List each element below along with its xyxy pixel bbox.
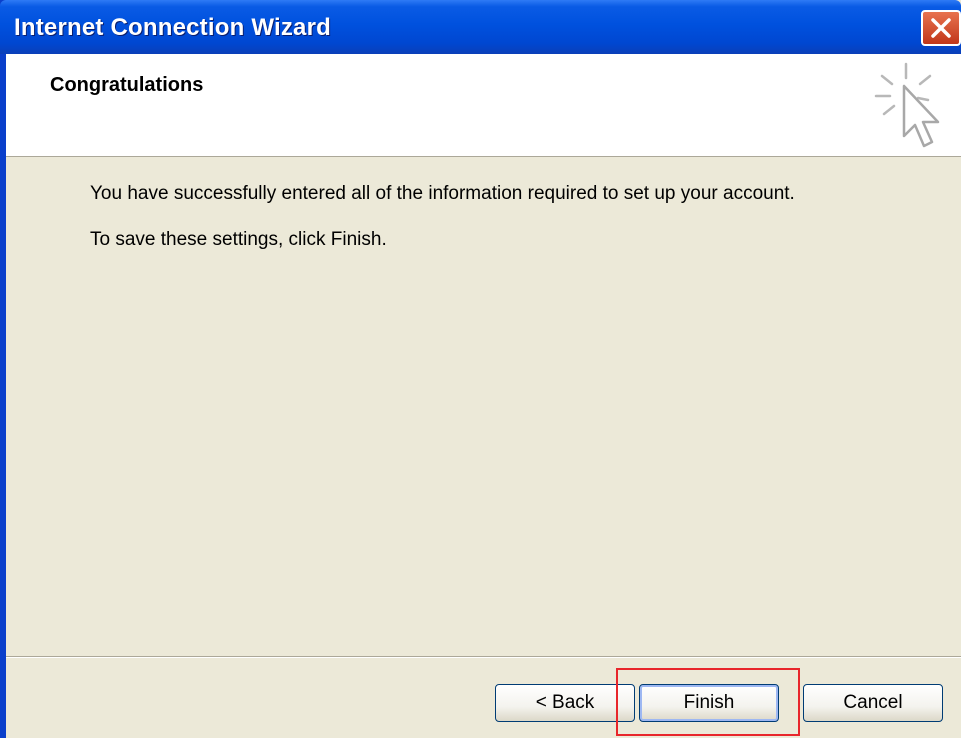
button-separator [6, 656, 961, 658]
close-icon [931, 18, 951, 38]
cancel-button[interactable]: Cancel [803, 684, 943, 722]
page-title: Congratulations [50, 74, 204, 96]
success-message: You have successfully entered all of the… [90, 183, 795, 204]
back-button[interactable]: < Back [495, 684, 635, 722]
wizard-header: Congratulations [6, 54, 961, 157]
title-bar: Internet Connection Wizard [0, 0, 961, 54]
instruction-message: To save these settings, click Finish. [90, 229, 387, 250]
close-button[interactable] [921, 10, 961, 46]
wizard-cursor-icon [874, 62, 940, 148]
wizard-window: Internet Connection Wizard Congratulatio… [0, 0, 961, 738]
finish-highlight-box [616, 668, 800, 736]
window-title: Internet Connection Wizard [14, 14, 331, 41]
